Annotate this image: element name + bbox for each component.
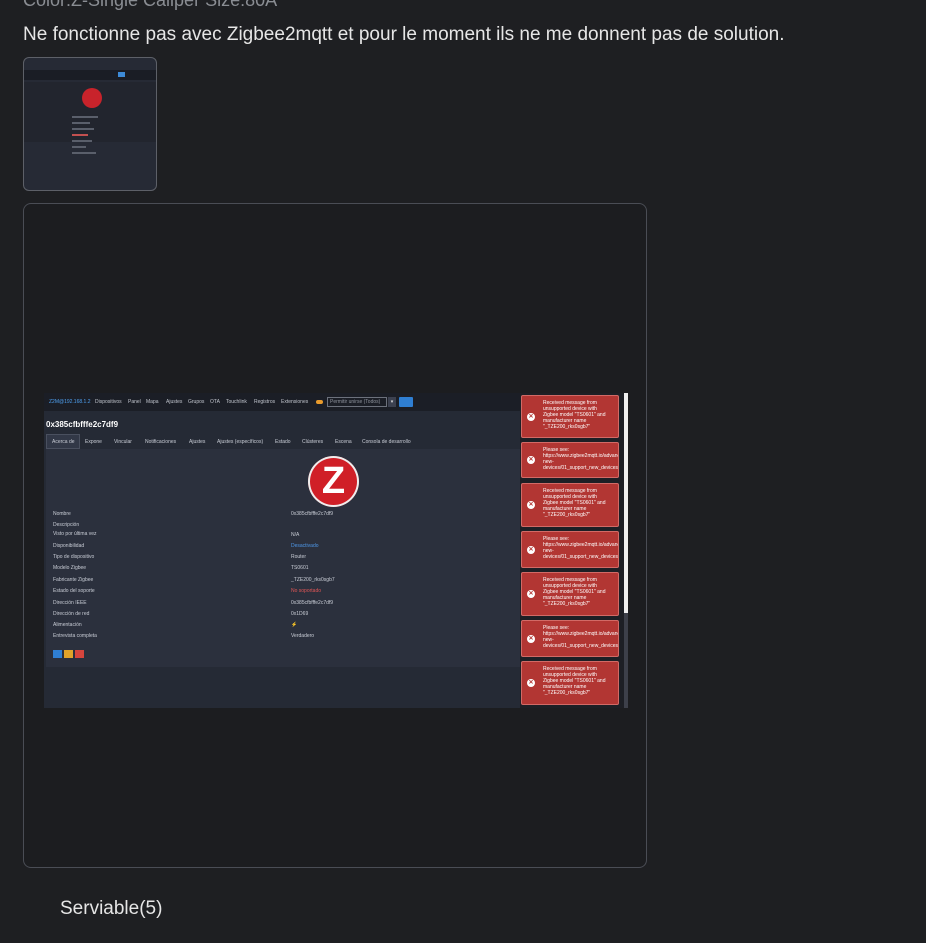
thumbnail-line — [72, 152, 96, 154]
thumbnail-zigbee-logo — [82, 88, 102, 108]
availability-link[interactable]: Desactivado — [291, 543, 319, 549]
thumbnail-line — [72, 146, 86, 148]
detail-value: Verdadero — [291, 633, 315, 639]
toast-error[interactable]: ✕ Please see: https://www.zigbee2mqtt.io… — [521, 620, 619, 657]
toast-error[interactable]: ✕ Received message from unsupported devi… — [521, 483, 619, 527]
nav-item-extensions[interactable]: Extensiones — [281, 399, 308, 405]
thumbnail-button — [118, 72, 125, 77]
close-icon[interactable]: ✕ — [527, 679, 535, 687]
toast-error[interactable]: ✕ Please see: https://www.zigbee2mqtt.io… — [521, 531, 619, 568]
detail-value: 0x1D69 — [291, 611, 309, 617]
nav-item-devices[interactable]: Dispositivos — [95, 399, 122, 405]
review-variant-text: Color:Z-Single Caliper Size:80A — [23, 0, 278, 10]
detail-value: Router — [291, 554, 307, 560]
thumbnail-navbar — [24, 70, 156, 80]
detail-label: Fabricante Zigbee — [53, 577, 94, 583]
z2m-navbar: Z2M@192.168.1.2 Dispositivos Panel Mapa … — [44, 393, 520, 411]
tab-clusters[interactable]: Clústeres — [302, 439, 323, 445]
toast-error[interactable]: ✕ Received message from unsupported devi… — [521, 661, 619, 705]
device-tabs: Acerca de Expone Vincular Notificaciones… — [46, 434, 520, 450]
nav-item-groups[interactable]: Grupos — [188, 399, 204, 405]
detail-label: Descripción — [53, 522, 80, 528]
detail-label: Disponibilidad — [53, 543, 85, 549]
delete-icon[interactable] — [75, 650, 84, 658]
detail-value: 0x385cfbfffe2c7df9 — [291, 511, 334, 517]
nav-item-map[interactable]: Mapa — [146, 399, 159, 405]
device-title: 0x385cfbfffe2c7df9 — [46, 420, 119, 429]
close-icon[interactable]: ✕ — [527, 501, 535, 509]
theme-toggle-icon[interactable] — [316, 400, 323, 404]
detail-label: Entrevista completa — [53, 633, 97, 639]
nav-item-touchlink[interactable]: Touchlink — [226, 399, 247, 405]
close-icon[interactable]: ✕ — [527, 634, 535, 643]
detail-value: _TZE200_rks0sgb7 — [291, 577, 335, 583]
detail-value: 0x385cfbfffe2c7df9 — [291, 600, 334, 606]
tab-settings-specific[interactable]: Ajustes (específicos) — [217, 439, 263, 445]
toast-message: Received message from unsupported device… — [543, 400, 606, 430]
power-plug-icon: ⚡ — [291, 622, 298, 628]
close-icon[interactable]: ✕ — [527, 412, 535, 421]
toast-error[interactable]: ✕ Received message from unsupported devi… — [521, 395, 619, 438]
toast-message: Received message from unsupported device… — [543, 666, 606, 696]
thumbnail-line — [72, 128, 94, 130]
toast-message: Received message from unsupported device… — [543, 488, 606, 518]
nav-brand[interactable]: Z2M@192.168.1.2 — [49, 399, 91, 405]
nav-item-logs[interactable]: Registros — [254, 399, 275, 405]
tab-state[interactable]: Estado — [275, 439, 291, 445]
nav-item-ota[interactable]: OTA — [210, 399, 220, 405]
detail-label: Dirección IEEE — [53, 600, 87, 606]
thumbnail-line — [72, 140, 92, 142]
tab-scene[interactable]: Escena — [335, 439, 352, 445]
detail-label: Nombre — [53, 511, 71, 517]
close-icon[interactable]: ✕ — [527, 545, 535, 554]
tab-dev-console[interactable]: Consola de desarrollo — [362, 439, 411, 445]
toast-error[interactable]: ✕ Received message from unsupported devi… — [521, 572, 619, 616]
swap-icon[interactable] — [64, 650, 73, 658]
detail-label: Estado del soporte — [53, 588, 95, 594]
settings-gear-button[interactable] — [399, 397, 413, 407]
close-icon[interactable]: ✕ — [527, 590, 535, 598]
close-icon[interactable]: ✕ — [527, 456, 535, 464]
nav-item-dashboard[interactable]: Panel — [128, 399, 141, 405]
permit-join-button[interactable]: Permitir unirse (Todos) — [327, 397, 387, 407]
toast-scrollbar[interactable] — [624, 393, 628, 708]
toast-stack: ✕ Received message from unsupported devi… — [520, 393, 628, 708]
device-info-panel — [46, 449, 520, 667]
review-image-thumbnail[interactable] — [23, 57, 157, 191]
detail-label: Tipo de dispositivo — [53, 554, 95, 560]
toast-message: Please see: https://www.zigbee2mqtt.io/a… — [543, 447, 618, 471]
toast-error[interactable]: ✕ Please see: https://www.zigbee2mqtt.io… — [521, 442, 619, 478]
detail-label: Visto por última vez — [53, 531, 97, 537]
zigbee-logo: Z — [308, 456, 359, 507]
tab-settings[interactable]: Ajustes — [189, 439, 205, 445]
thumbnail-line — [72, 134, 88, 136]
detail-value: TS0601 — [291, 565, 309, 571]
thumbnail-line — [72, 116, 98, 118]
tab-about[interactable]: Acerca de — [52, 439, 75, 445]
tab-bind[interactable]: Vincular — [114, 439, 132, 445]
support-status-value: No soportado — [291, 588, 322, 594]
toast-message: Please see: https://www.zigbee2mqtt.io/a… — [543, 536, 618, 560]
helpful-button[interactable]: Serviable(5) — [60, 898, 162, 920]
detail-label: Dirección de red — [53, 611, 90, 617]
detail-value: N/A — [291, 532, 300, 538]
toast-message: Received message from unsupported device… — [543, 577, 606, 607]
detail-label: Alimentación — [53, 622, 82, 628]
permit-join-dropdown[interactable]: ▾ — [388, 397, 396, 407]
edit-icon[interactable] — [53, 650, 62, 658]
zigbee2mqtt-screenshot: Z2M@192.168.1.2 Dispositivos Panel Mapa … — [44, 393, 628, 708]
nav-item-settings[interactable]: Ajustes — [166, 399, 182, 405]
detail-label: Modelo Zigbee — [53, 565, 87, 571]
zigbee-logo-letter: Z — [321, 460, 346, 502]
scrollbar-thumb[interactable] — [624, 393, 628, 613]
tab-reporting[interactable]: Notificaciones — [145, 439, 176, 445]
tab-exposes[interactable]: Expone — [85, 439, 102, 445]
thumbnail-line — [72, 122, 90, 124]
review-body: Ne fonctionne pas avec Zigbee2mqtt et po… — [23, 24, 785, 45]
toast-message: Please see: https://www.zigbee2mqtt.io/a… — [543, 625, 618, 649]
